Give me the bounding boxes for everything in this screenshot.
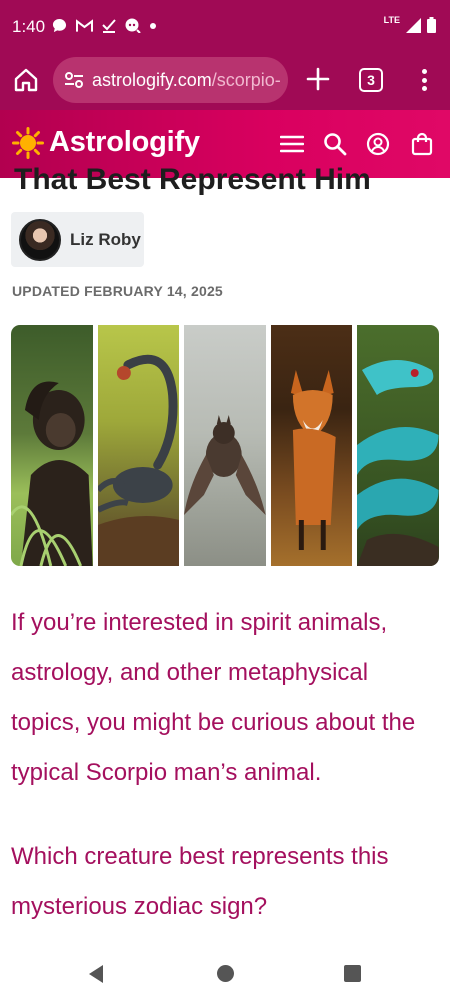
shop-button[interactable] [408,130,436,158]
sun-logo-icon [12,126,44,159]
hero-image [11,325,439,566]
author-avatar [19,218,61,261]
home-icon [14,68,38,92]
bat-panel [184,325,266,566]
site-logo[interactable]: Astrologify [12,126,200,159]
scorpion-panel [97,325,180,566]
status-time: 1:40 [12,17,46,36]
bat-icon [184,415,266,515]
snake-panel [357,325,439,566]
updated-date: UPDATED FEBRUARY 14, 2025 [12,283,223,299]
dot-icon [150,22,156,29]
new-tab-button[interactable] [305,66,331,92]
chimpanzee-panel [11,325,93,566]
search-button[interactable] [321,130,349,158]
shopping-bag-icon [411,132,433,156]
tab-switcher-button[interactable]: 3 [359,68,383,92]
fox-icon [290,370,336,550]
url-path: /scorpio- [211,69,281,90]
network-type: LTE [383,15,400,25]
url-text[interactable]: astrologify.com/scorpio- [92,70,281,91]
url-domain: astrologify.com [92,69,212,90]
scorpion-icon [97,354,180,566]
search-icon [324,133,347,156]
article-title: That Best Represent Him [14,163,371,196]
author-name: Liz Roby [70,229,141,249]
system-nav-bar [0,948,450,1000]
notification-icons [52,18,156,33]
snake-icon [357,360,439,566]
hamburger-menu-button[interactable] [278,130,306,158]
article-paragraph: If you’re interested in spirit animals, … [11,609,416,786]
overflow-menu-button[interactable] [414,66,434,94]
back-icon[interactable] [87,964,105,984]
task-done-icon [102,19,116,33]
signal-icon [406,17,421,33]
site-settings-icon[interactable] [63,69,85,91]
hamburger-icon [280,135,304,153]
browser-toolbar: astrologify.com/scorpio- 3 [0,52,450,110]
account-button[interactable] [364,130,392,158]
assistant-icon [125,18,141,33]
chat-icon [52,18,67,33]
home-nav-icon[interactable] [217,965,234,982]
address-bar[interactable]: astrologify.com/scorpio- [53,57,288,103]
article-paragraph: Which creature best represents this myst… [11,843,389,920]
fox-panel [270,325,353,566]
status-bar: 1:40 LTE [0,0,450,52]
battery-icon [427,17,436,33]
user-account-icon [366,132,390,156]
system-indicators: LTE [383,15,436,33]
home-button[interactable] [12,66,40,94]
author-chip[interactable]: Liz Roby [11,212,144,267]
brand-name: Astrologify [49,126,200,158]
recent-apps-icon[interactable] [344,965,361,982]
chimpanzee-icon [11,381,93,566]
gmail-icon [76,18,93,32]
